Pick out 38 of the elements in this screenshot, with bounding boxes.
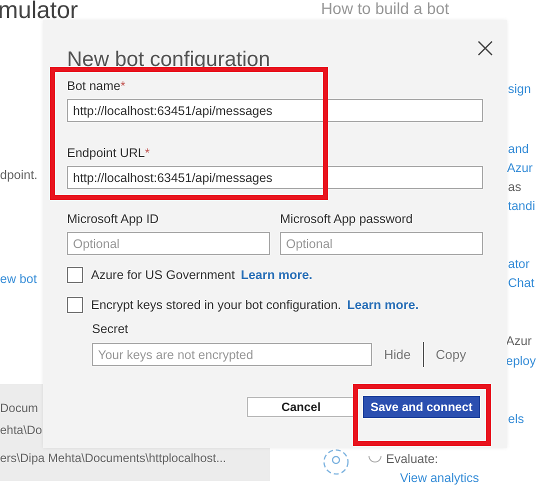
field-label: Secret [92,322,130,336]
input-field[interactable]: Optional [67,232,270,255]
body-text: as [508,180,522,194]
link[interactable]: View analytics [400,471,479,485]
link[interactable]: Azur [507,161,533,175]
link[interactable]: sign [508,82,531,96]
link[interactable]: and [508,142,529,156]
link[interactable]: els [508,412,524,426]
field-label: Endpoint URL* [67,146,151,160]
close-button[interactable]: × [474,36,497,60]
cancel-button[interactable]: Cancel [247,397,355,417]
dialog-title: New bot configuration [67,48,270,72]
field-label: Microsoft App password [280,212,414,226]
checkbox-label: Encrypt keys stored in your bot configuration. [91,298,342,312]
body-text: Evaluate: [386,452,438,466]
input-field[interactable]: http://localhost:63451/api/messages [67,99,483,122]
input-field[interactable]: Your keys are not encrypted [92,343,372,366]
action-button[interactable]: Copy [424,347,478,362]
link[interactable]: ew bot [0,272,37,286]
field-label: Microsoft App ID [67,212,160,226]
checkbox[interactable] [67,297,83,313]
save-button[interactable]: Save and connect [363,396,480,418]
link[interactable]: tandi [508,199,536,213]
learn-more-link[interactable]: Learn more. [240,268,312,282]
body-text: Azur [506,334,532,348]
file-path[interactable]: ers\Dipa Mehta\Documents\httplocalhost... [0,451,270,465]
link[interactable]: ator [508,257,530,271]
checkbox-label: Azure for US Government [91,268,235,282]
learn-more-link[interactable]: Learn more. [347,298,419,312]
input-field[interactable]: http://localhost:63451/api/messages [67,166,483,189]
input-field[interactable]: Optional [280,232,483,255]
field-label: Bot name* [67,79,126,93]
link[interactable]: Chat [508,276,534,290]
body-text: dpoint. [0,168,38,182]
action-button[interactable]: Hide [372,347,423,362]
section-heading: How to build a bot [321,0,450,19]
checkbox[interactable] [67,267,83,283]
link[interactable]: eploy [506,354,536,368]
